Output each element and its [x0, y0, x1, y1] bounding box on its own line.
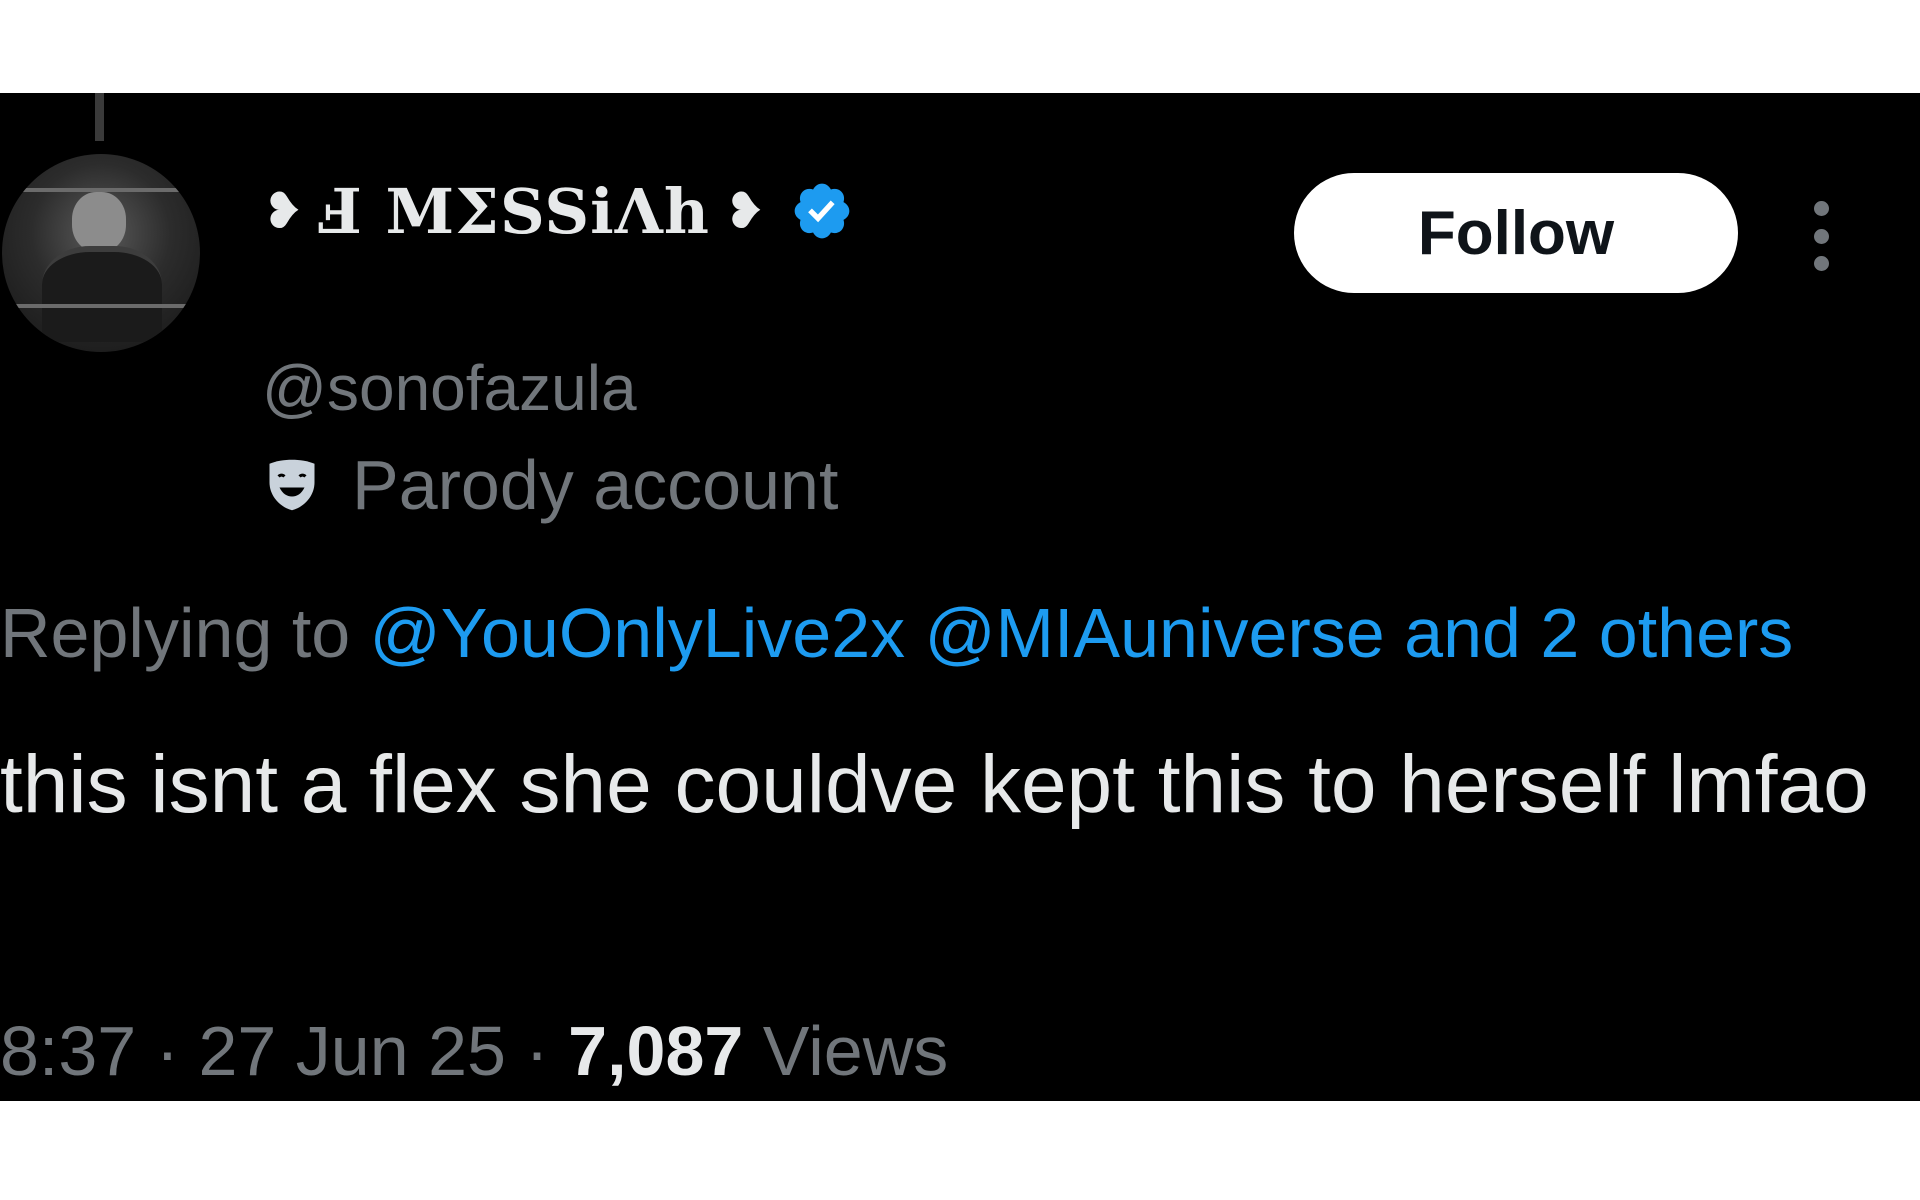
more-vertical-icon[interactable] [1800, 201, 1842, 271]
tweet-time[interactable]: 8:37 [0, 1012, 136, 1090]
avatar[interactable] [2, 154, 200, 352]
parody-label-text: Parody account [352, 446, 839, 524]
avatar-detail [2, 304, 200, 308]
tweet-meta: 8:37 · 27 Jun 25 · 7,087 Views [0, 1011, 948, 1091]
avatar-detail [72, 192, 126, 252]
theater-mask-icon [269, 459, 315, 511]
more-dot [1813, 256, 1829, 271]
parody-label: Parody account [262, 445, 838, 525]
others-link[interactable]: and 2 others [1404, 594, 1793, 672]
views-count: 7,087 [568, 1012, 744, 1090]
tweet-text: this isnt a flex she couldve kept this t… [0, 739, 1869, 830]
follow-button[interactable]: Follow [1294, 173, 1738, 293]
tweet-date[interactable]: 27 Jun 25 [198, 1012, 505, 1090]
meta-separator: · [525, 1012, 549, 1090]
author-handle[interactable]: @sonofazula [262, 351, 637, 425]
views-label: Views [762, 1012, 949, 1090]
mention-link-youonlylive2x[interactable]: @YouOnlyLive2x [370, 594, 905, 672]
replying-to-label: Replying to [0, 594, 351, 672]
replying-to-line: Replying to @YouOnlyLive2x @MIAuniverse … [0, 593, 1793, 673]
verified-badge-icon [794, 183, 850, 239]
author-name-text: Ⅎ MΣSSiɅh [317, 174, 710, 248]
heart-arrow-icon: ❥ [262, 182, 304, 240]
more-dot [1813, 201, 1829, 216]
meta-separator: · [155, 1012, 180, 1090]
more-dot [1813, 228, 1829, 244]
heart-arrow-icon: ❥ [723, 182, 766, 240]
author-display-name[interactable]: ❥ Ⅎ MΣSSiɅh ❥ [262, 169, 854, 253]
mention-link-miauniverse[interactable]: @MIAuniverse [925, 594, 1385, 672]
tweet-screenshot-frame: ❥ Ⅎ MΣSSiɅh ❥ @sonofazula Parody account… [0, 93, 1920, 1101]
avatar-detail [42, 246, 162, 342]
thread-connector-line [95, 93, 104, 141]
